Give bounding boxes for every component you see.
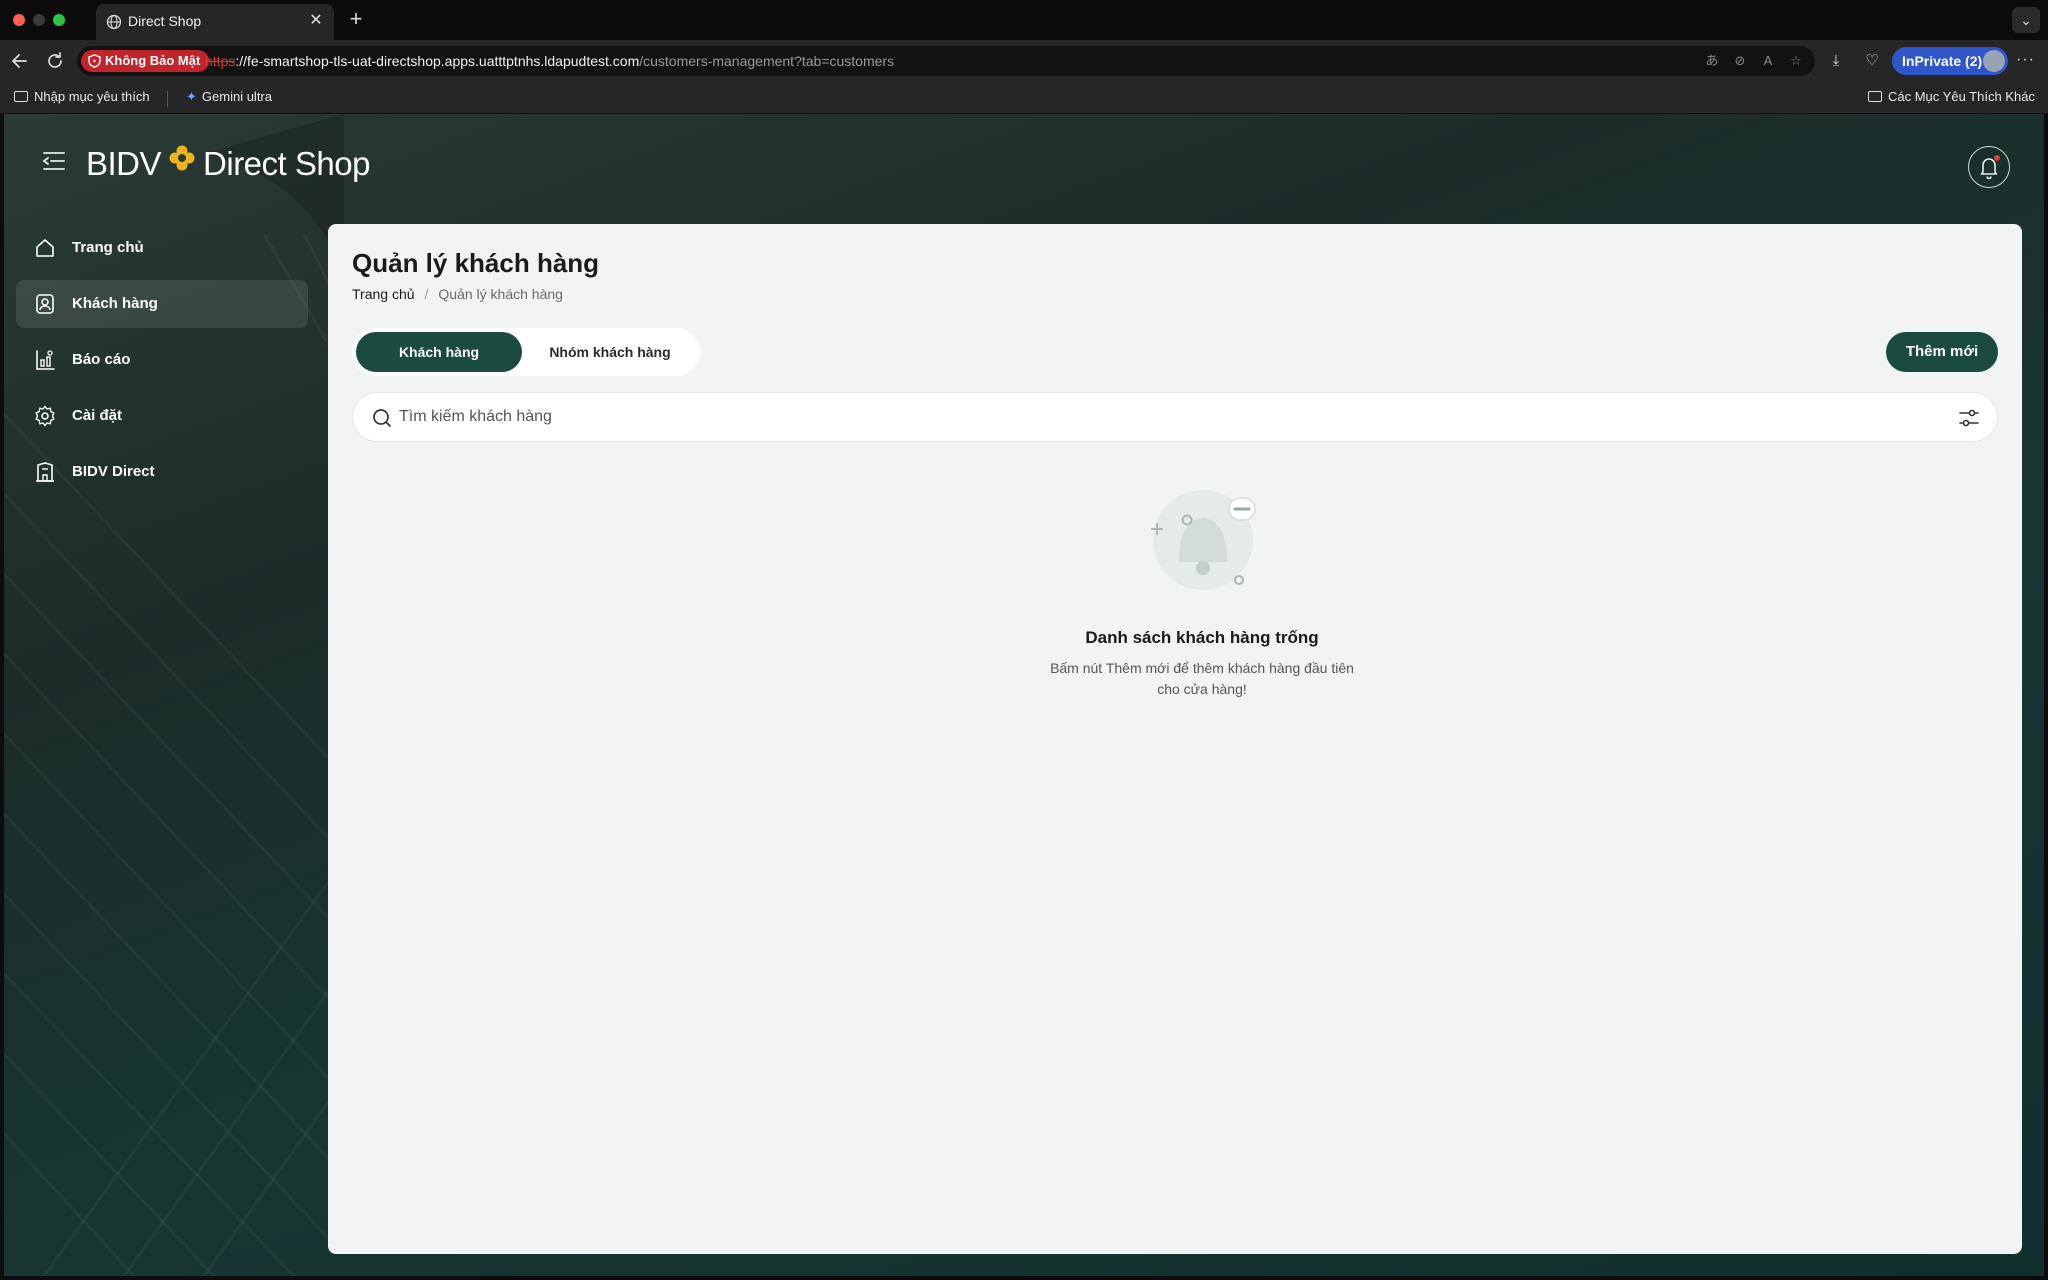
menu-collapse-icon[interactable]: [42, 150, 66, 172]
customer-icon: [36, 294, 54, 314]
bookmarks-bar: Nhập mục yêu thích ✦ Gemini ultra Các Mục…: [0, 82, 2048, 114]
building-icon: [36, 462, 54, 482]
translate-icon[interactable]: あ: [1703, 52, 1721, 70]
bookmark-folder-icon: [14, 91, 28, 102]
home-icon: [36, 239, 54, 257]
brand-bidv: BIDV: [86, 145, 162, 182]
url-host: ://fe-smartshop-tls-uat-directshop.apps.…: [235, 53, 640, 69]
new-tab-button[interactable]: +: [344, 7, 368, 31]
breadcrumb-current: Quản lý khách hàng: [438, 286, 563, 302]
more-options-icon[interactable]: ···: [2016, 51, 2035, 69]
browser-tab-bar: Direct Shop ✕ + ⌄: [0, 0, 2048, 40]
close-tab-icon[interactable]: ✕: [306, 11, 326, 31]
url-scheme: https: [205, 53, 236, 69]
bookmark-other-label: Các Mục Yêu Thích Khác: [1888, 89, 2035, 104]
bookmark-import[interactable]: Nhập mục yêu thích: [14, 89, 150, 104]
bookmark-gemini[interactable]: ✦ Gemini ultra: [186, 89, 272, 105]
tab-customer-groups[interactable]: Nhóm khách hàng: [524, 332, 696, 372]
inprivate-label: InPrivate (2): [1902, 53, 1983, 69]
browser-tab[interactable]: Direct Shop ✕: [96, 4, 334, 40]
tab-title: Direct Shop: [128, 13, 202, 29]
brand-direct-shop: Direct Shop: [203, 145, 370, 182]
shield-warning-icon: [88, 54, 101, 68]
report-icon: [36, 350, 55, 370]
breadcrumb-separator: /: [424, 286, 429, 302]
window-close-button[interactable]: [13, 14, 25, 26]
read-aloud-icon[interactable]: A: [1759, 52, 1777, 70]
browser-essentials-icon[interactable]: ♡: [1862, 51, 1882, 71]
sidebar-item-settings[interactable]: Cài đặt: [16, 392, 308, 440]
bookmark-gemini-label: Gemini ultra: [201, 89, 272, 104]
breadcrumb: Trang chủ / Quản lý khách hàng: [352, 286, 563, 302]
empty-state-title: Danh sách khách hàng trống: [1085, 628, 1319, 647]
notification-button[interactable]: [1968, 146, 2010, 188]
folder-icon: [1868, 91, 1882, 102]
url-path: /customers-management?tab=customers: [639, 53, 895, 69]
sidebar-nav: Trang chủ Khách hàng Báo cáo Cài đặt BID…: [16, 224, 308, 504]
window-minimize-button[interactable]: [33, 14, 45, 26]
page-title: Quản lý khách hàng: [352, 248, 600, 278]
sidebar-item-label: Khách hàng: [72, 295, 158, 312]
gemini-sparkle-icon: ✦: [186, 89, 197, 104]
empty-state: Danh sách khách hàng trống Bấm nút Thêm …: [902, 482, 1502, 700]
browser-toolbar: Không Bảo Mật https://fe-smartshop-tls-u…: [0, 40, 2048, 82]
search-input[interactable]: [399, 393, 1919, 441]
main-panel: Quản lý khách hàng Trang chủ / Quản lý k…: [328, 224, 2022, 1254]
back-arrow-icon[interactable]: [9, 50, 31, 72]
gear-icon: [35, 405, 55, 427]
sidebar-item-reports[interactable]: Báo cáo: [16, 336, 308, 384]
bidv-flower-logo-icon: [169, 145, 195, 171]
sidebar-item-label: BIDV Direct: [72, 463, 155, 480]
tab-customers[interactable]: Khách hàng: [356, 332, 522, 372]
url-text: https://fe-smartshop-tls-uat-directshop.…: [205, 53, 894, 69]
window-zoom-button[interactable]: [53, 14, 65, 26]
bell-icon: [1980, 158, 1998, 180]
address-bar[interactable]: Không Bảo Mật https://fe-smartshop-tls-u…: [77, 46, 1815, 76]
search-icon: [373, 409, 391, 427]
security-label: Không Bảo Mật: [105, 53, 201, 68]
tracking-prevention-icon[interactable]: ⊘: [1731, 52, 1749, 70]
sidebar-item-bidv-direct[interactable]: BIDV Direct: [16, 448, 308, 496]
sidebar-item-label: Trang chủ: [72, 239, 144, 256]
globe-icon: [106, 14, 122, 30]
filter-sliders-icon[interactable]: [1957, 406, 1981, 430]
sidebar-item-label: Cài đặt: [72, 407, 123, 424]
downloads-icon[interactable]: ⤓: [1826, 51, 1846, 71]
bookmark-other-folder[interactable]: Các Mục Yêu Thích Khác: [1868, 89, 2035, 104]
tab-list-button[interactable]: ⌄: [2012, 7, 2040, 33]
security-warning-badge[interactable]: Không Bảo Mật: [81, 50, 210, 72]
profile-avatar: [1983, 50, 2005, 72]
sidebar-item-home[interactable]: Trang chủ: [16, 224, 308, 272]
sidebar-item-label: Báo cáo: [72, 351, 131, 368]
reload-icon[interactable]: [44, 50, 66, 72]
search-bar: [352, 392, 1998, 442]
bookmark-import-label: Nhập mục yêu thích: [34, 89, 150, 104]
empty-bell-illustration-icon: [1151, 490, 1256, 590]
inprivate-button[interactable]: InPrivate (2): [1892, 47, 2008, 75]
tab-switcher: Khách hàng Nhóm khách hàng: [352, 328, 700, 376]
favorite-star-icon[interactable]: ☆: [1787, 52, 1805, 70]
bookmark-separator: [167, 91, 168, 107]
add-new-button[interactable]: Thêm mới: [1886, 332, 1998, 372]
breadcrumb-home-link[interactable]: Trang chủ: [352, 286, 415, 302]
brand-logo[interactable]: BIDV Direct Shop: [86, 140, 370, 188]
sidebar-item-customers[interactable]: Khách hàng: [16, 280, 308, 328]
app-root: BIDV Direct Shop Trang chủ Khách hàng Bá…: [4, 114, 2044, 1276]
notification-dot: [1994, 155, 2000, 161]
empty-state-description: Bấm nút Thêm mới để thêm khách hàng đầu …: [1050, 660, 1354, 697]
